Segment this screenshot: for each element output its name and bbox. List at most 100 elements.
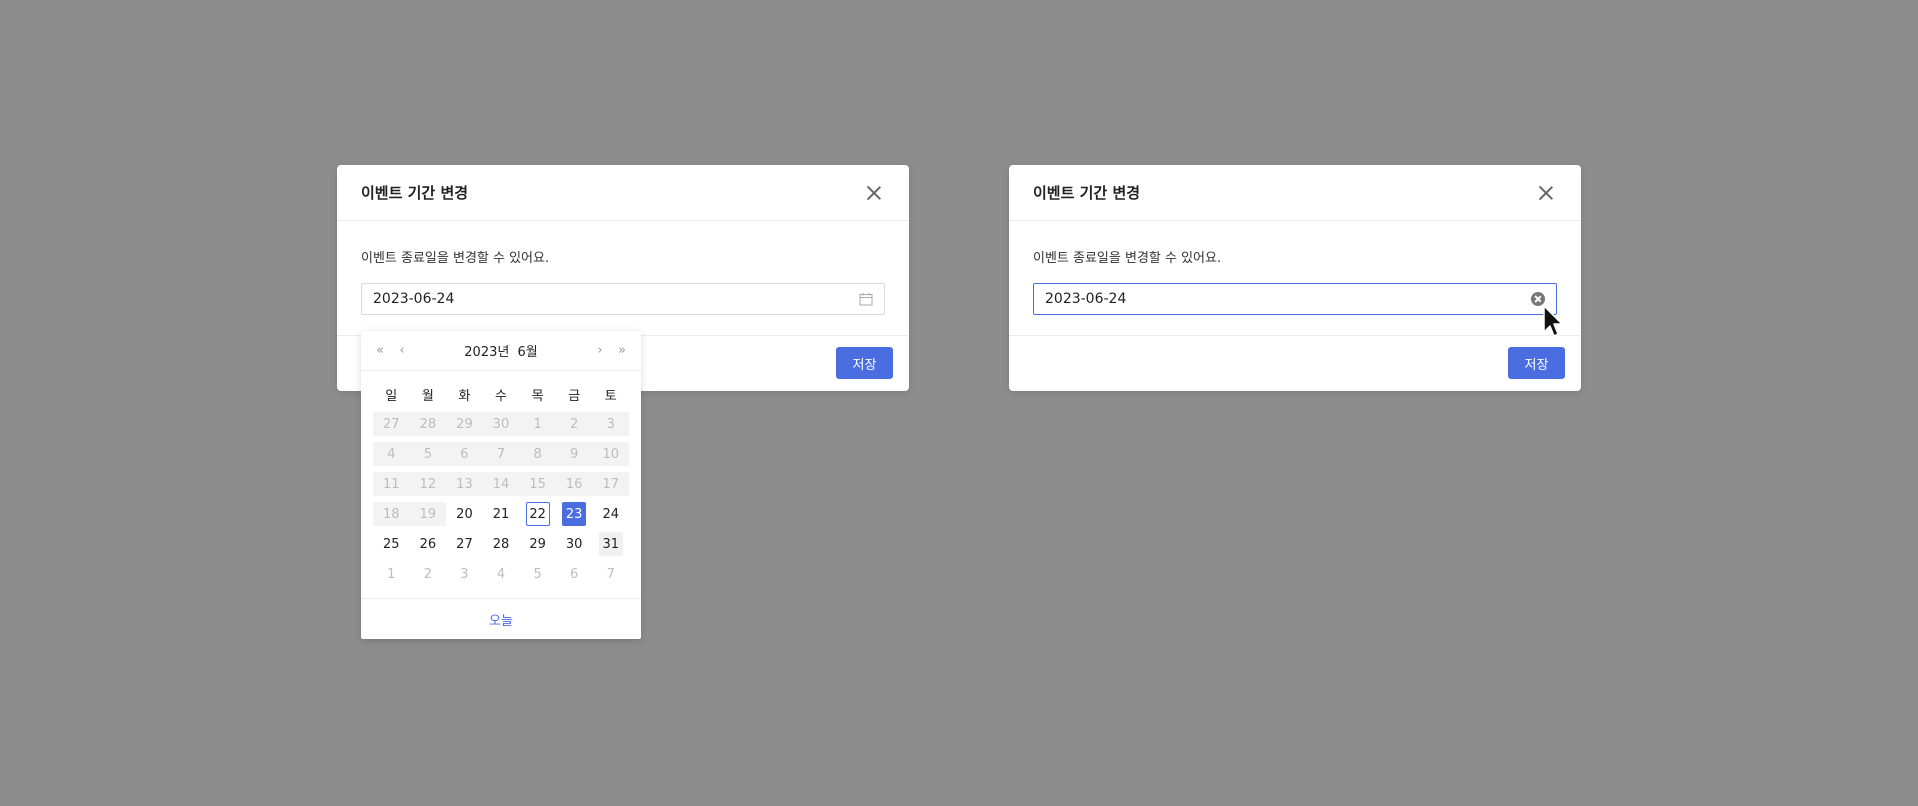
modal-body: 이벤트 종료일을 변경할 수 있어요. 2023-06-24 (337, 221, 909, 336)
calendar-day-number: 25 (383, 536, 400, 552)
modal-description: 이벤트 종료일을 변경할 수 있어요. (361, 251, 550, 266)
calendar-month-label[interactable]: 6월 (517, 345, 537, 360)
calendar-day-cell[interactable]: 25 (373, 532, 410, 556)
calendar-day-number: 27 (383, 416, 400, 432)
date-picker-dropdown: « ‹ 2023년 6월 › » 일월화수목금토 27 28 29 30 1 2 3 4 5 6 7… (361, 331, 641, 639)
calendar-day-cell: 9 (555, 442, 593, 466)
close-icon[interactable] (1537, 184, 1555, 202)
calendar-day-cell[interactable]: 27 (446, 532, 483, 556)
calendar-day-cell[interactable]: 21 (483, 502, 520, 526)
weekday-header: 화 (458, 388, 471, 404)
calendar-day-cell[interactable]: 31 (592, 532, 629, 556)
calendar-day-number: 8 (533, 446, 542, 462)
calendar-day-cell: 27 (373, 412, 410, 436)
calendar-day-cell[interactable]: 3 (446, 562, 483, 586)
calendar-day-number: 29 (456, 416, 473, 432)
calendar-day-number: 2 (423, 566, 432, 582)
calendar-day-number: 7 (606, 566, 615, 582)
calendar-week-row: 18 19 20 21 22 23 24 (373, 499, 629, 529)
calendar-day-number: 15 (529, 476, 546, 492)
calendar-day-cell[interactable]: 26 (410, 532, 447, 556)
calendar-day-number: 4 (387, 446, 396, 462)
calendar-day-cell[interactable]: 30 (556, 532, 593, 556)
calendar-day-number: 28 (492, 536, 510, 552)
calendar-day-cell: 30 (482, 412, 520, 436)
calendar-day-cell[interactable]: 6 (556, 562, 593, 586)
calendar-day-number: 1 (533, 416, 542, 432)
calendar-day-number: 3 (606, 416, 615, 432)
date-value: 2023-06-24 (373, 291, 455, 307)
calendar-day-number: 18 (383, 506, 400, 522)
calendar-day-number: 23 (562, 502, 587, 526)
calendar-day-cell: 14 (482, 472, 520, 496)
calendar-day-number: 30 (565, 536, 583, 552)
calendar-day-number: 30 (492, 416, 510, 432)
calendar-day-cell: 19 (409, 502, 447, 526)
calendar-next-nav: › » (593, 343, 629, 358)
weekday-header: 수 (495, 388, 507, 404)
calendar-day-cell: 8 (519, 442, 556, 466)
calendar-day-number: 17 (602, 476, 620, 492)
end-date-input[interactable]: 2023-06-24 (361, 283, 885, 315)
calendar-week-row: 27 28 29 30 1 2 3 (373, 409, 630, 439)
weekday-row: 일월화수목금토 (373, 379, 629, 409)
weekday-header: 금 (568, 388, 581, 404)
calendar-year-label[interactable]: 2023년 (464, 345, 509, 360)
calendar-day-number: 16 (565, 476, 583, 492)
weekday-header: 토 (604, 388, 617, 404)
calendar-day-number: 31 (598, 532, 623, 556)
calendar-day-cell: 7 (482, 442, 520, 466)
modal-description: 이벤트 종료일을 변경할 수 있어요. (1033, 251, 1222, 266)
save-button[interactable]: 저장 (1508, 347, 1565, 379)
prev-year-icon[interactable]: « (373, 343, 387, 358)
calendar-week-row: 25 26 27 28 29 30 31 (373, 529, 629, 559)
calendar-day-cell[interactable]: 5 (519, 562, 556, 586)
calendar-day-cell: 5 (409, 442, 447, 466)
calendar-day-cell[interactable]: 2 (410, 562, 447, 586)
close-icon[interactable] (865, 184, 883, 202)
calendar-icon[interactable] (859, 292, 873, 306)
calendar-day-cell[interactable]: 7 (592, 562, 629, 586)
calendar-day-number: 21 (492, 506, 510, 522)
calendar-day-cell[interactable]: 4 (483, 562, 520, 586)
calendar-day-number: 29 (529, 536, 546, 552)
modal-body: 이벤트 종료일을 변경할 수 있어요. 2023-06-24 (1009, 221, 1581, 336)
calendar-day-cell: 15 (519, 472, 556, 496)
modal-footer: 저장 (1009, 336, 1581, 390)
calendar-day-cell[interactable]: 29 (519, 532, 556, 556)
calendar-day-number: 14 (492, 476, 510, 492)
calendar-day-cell: 28 (409, 412, 447, 436)
calendar-day-cell[interactable]: 24 (592, 502, 629, 526)
calendar-day-number: 26 (419, 536, 437, 552)
calendar-day-number: 7 (496, 446, 506, 462)
calendar-day-number: 6 (570, 566, 579, 582)
weekday-header: 월 (421, 388, 434, 404)
next-year-icon[interactable]: » (615, 343, 629, 358)
calendar-day-number: 22 (525, 502, 550, 526)
calendar-day-cell: 18 (373, 502, 410, 526)
modal-header: 이벤트 기간 변경 (1009, 165, 1581, 221)
calendar-day-cell: 17 (592, 472, 630, 496)
end-date-input[interactable]: 2023-06-24 (1033, 283, 1557, 315)
calendar-day-number: 1 (387, 566, 396, 582)
calendar-day-cell: 12 (409, 472, 447, 496)
calendar-prev-nav: « ‹ (373, 343, 409, 358)
calendar-day-cell[interactable]: 1 (373, 562, 410, 586)
calendar-day-cell[interactable]: 20 (446, 502, 483, 526)
calendar-day-number: 4 (496, 566, 506, 582)
calendar-day-cell: 16 (555, 472, 593, 496)
calendar-day-number: 19 (419, 506, 437, 522)
calendar-week-row: 1 2 3 4 5 6 7 (373, 559, 629, 589)
calendar-header: « ‹ 2023년 6월 › » (361, 331, 641, 371)
prev-month-icon[interactable]: ‹ (395, 343, 409, 358)
calendar-day-cell: 6 (446, 442, 483, 466)
weekday-header: 목 (531, 388, 544, 404)
next-month-icon[interactable]: › (593, 343, 607, 358)
calendar-day-cell: 10 (592, 442, 630, 466)
calendar-day-number: 10 (602, 446, 620, 462)
calendar-day-cell[interactable]: 28 (483, 532, 520, 556)
calendar-day-cell[interactable]: 23 (556, 502, 593, 526)
today-link[interactable]: 오늘 (489, 610, 513, 629)
calendar-day-cell[interactable]: 22 (519, 502, 556, 526)
save-button[interactable]: 저장 (836, 347, 893, 379)
